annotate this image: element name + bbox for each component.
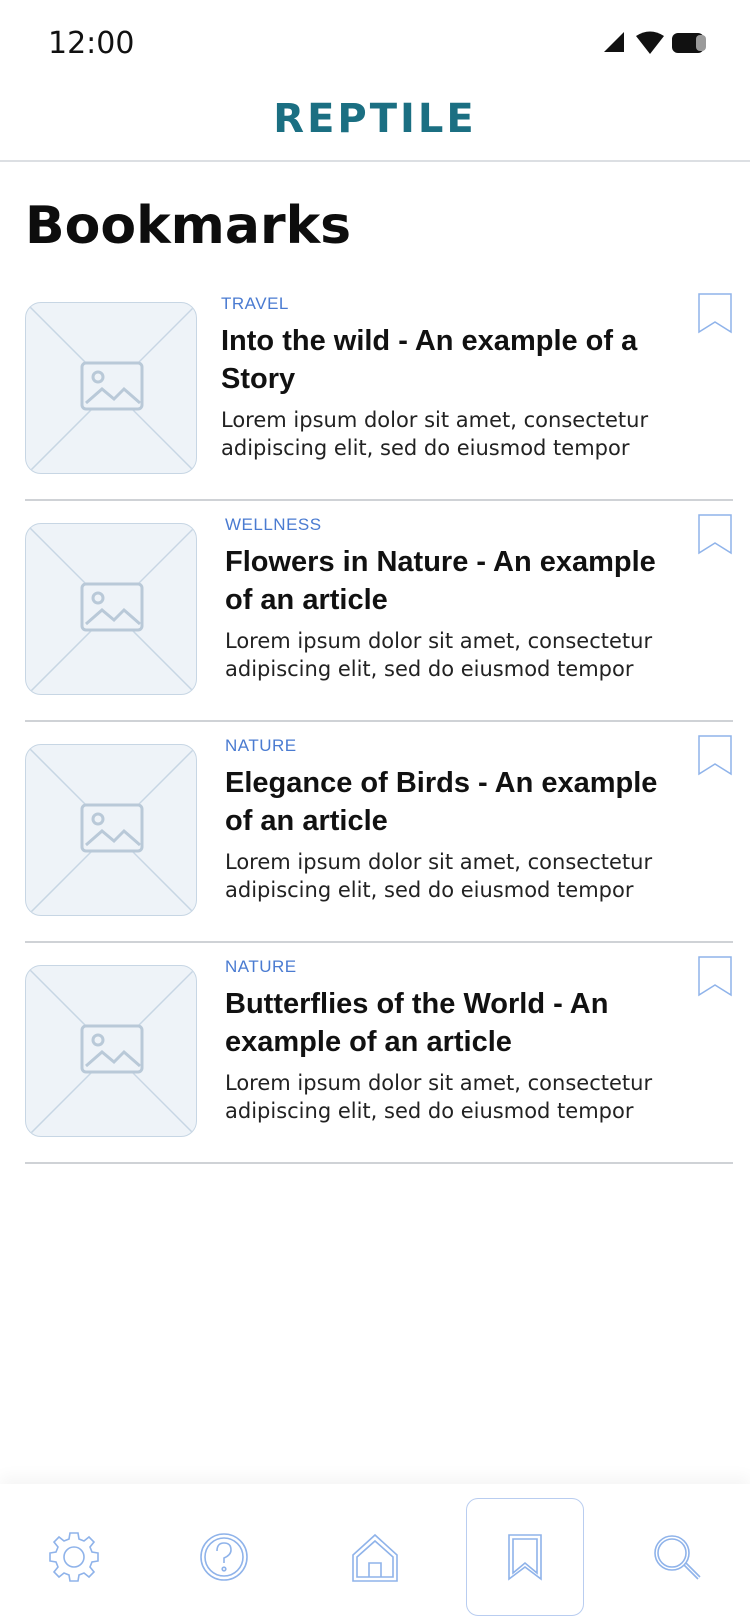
item-title[interactable]: Elegance of Birds - An example of an art… xyxy=(225,764,665,840)
signal-icon xyxy=(604,32,624,52)
status-time: 12:00 xyxy=(48,26,135,61)
bookmark-icon xyxy=(508,1534,542,1581)
list-item[interactable]: NATURE Butterflies of the World - An exa… xyxy=(25,943,733,1164)
item-title[interactable]: Flowers in Nature - An example of an art… xyxy=(225,543,665,619)
item-category: WELLNESS xyxy=(225,515,322,534)
nav-bookmarks[interactable] xyxy=(466,1498,584,1616)
placeholder-image-icon xyxy=(25,302,197,474)
wifi-icon xyxy=(636,31,664,54)
status-bar: 12:00 xyxy=(0,0,750,92)
nav-home[interactable] xyxy=(316,1498,434,1616)
placeholder-image-icon xyxy=(25,523,197,695)
placeholder-image-icon xyxy=(25,744,197,916)
bookmark-icon[interactable] xyxy=(697,955,733,999)
nav-help[interactable] xyxy=(165,1498,283,1616)
item-description: Lorem ipsum dolor sit amet, consectetur … xyxy=(225,850,653,902)
battery-icon xyxy=(672,33,706,53)
home-icon xyxy=(352,1533,398,1582)
item-category: NATURE xyxy=(225,957,297,976)
bottom-nav xyxy=(0,1484,750,1624)
item-category: TRAVEL xyxy=(221,294,289,313)
bookmarks-screen: 12:00 REPTILE Bookmarks TRAVEL Into the … xyxy=(0,0,750,1624)
item-description: Lorem ipsum dolor sit amet, consectetur … xyxy=(221,408,649,460)
list-item[interactable]: WELLNESS Flowers in Nature - An example … xyxy=(25,501,733,722)
help-icon xyxy=(200,1533,248,1581)
item-text: TRAVEL Into the wild - An example of a S… xyxy=(221,294,661,462)
item-description: Lorem ipsum dolor sit amet, consectetur … xyxy=(225,1071,653,1123)
nav-search[interactable] xyxy=(617,1498,735,1616)
item-text: NATURE Butterflies of the World - An exa… xyxy=(225,957,665,1125)
list-item[interactable]: TRAVEL Into the wild - An example of a S… xyxy=(25,280,733,501)
item-text: NATURE Elegance of Birds - An example of… xyxy=(225,736,665,904)
list-item[interactable]: NATURE Elegance of Birds - An example of… xyxy=(25,722,733,943)
item-text: WELLNESS Flowers in Nature - An example … xyxy=(225,515,665,683)
app-header: REPTILE xyxy=(0,92,750,162)
item-category: NATURE xyxy=(225,736,297,755)
search-icon xyxy=(654,1535,701,1580)
page-title: Bookmarks xyxy=(25,196,352,256)
item-title[interactable]: Butterflies of the World - An example of… xyxy=(225,985,665,1061)
gear-icon xyxy=(49,1532,99,1582)
app-logo[interactable]: REPTILE xyxy=(0,96,750,142)
bookmark-icon[interactable] xyxy=(697,513,733,557)
bookmark-icon[interactable] xyxy=(697,292,733,336)
status-icons xyxy=(594,30,714,56)
item-description: Lorem ipsum dolor sit amet, consectetur … xyxy=(225,629,653,681)
placeholder-image-icon xyxy=(25,965,197,1137)
item-title[interactable]: Into the wild - An example of a Story xyxy=(221,322,661,398)
nav-settings[interactable] xyxy=(15,1498,133,1616)
bookmark-icon[interactable] xyxy=(697,734,733,778)
